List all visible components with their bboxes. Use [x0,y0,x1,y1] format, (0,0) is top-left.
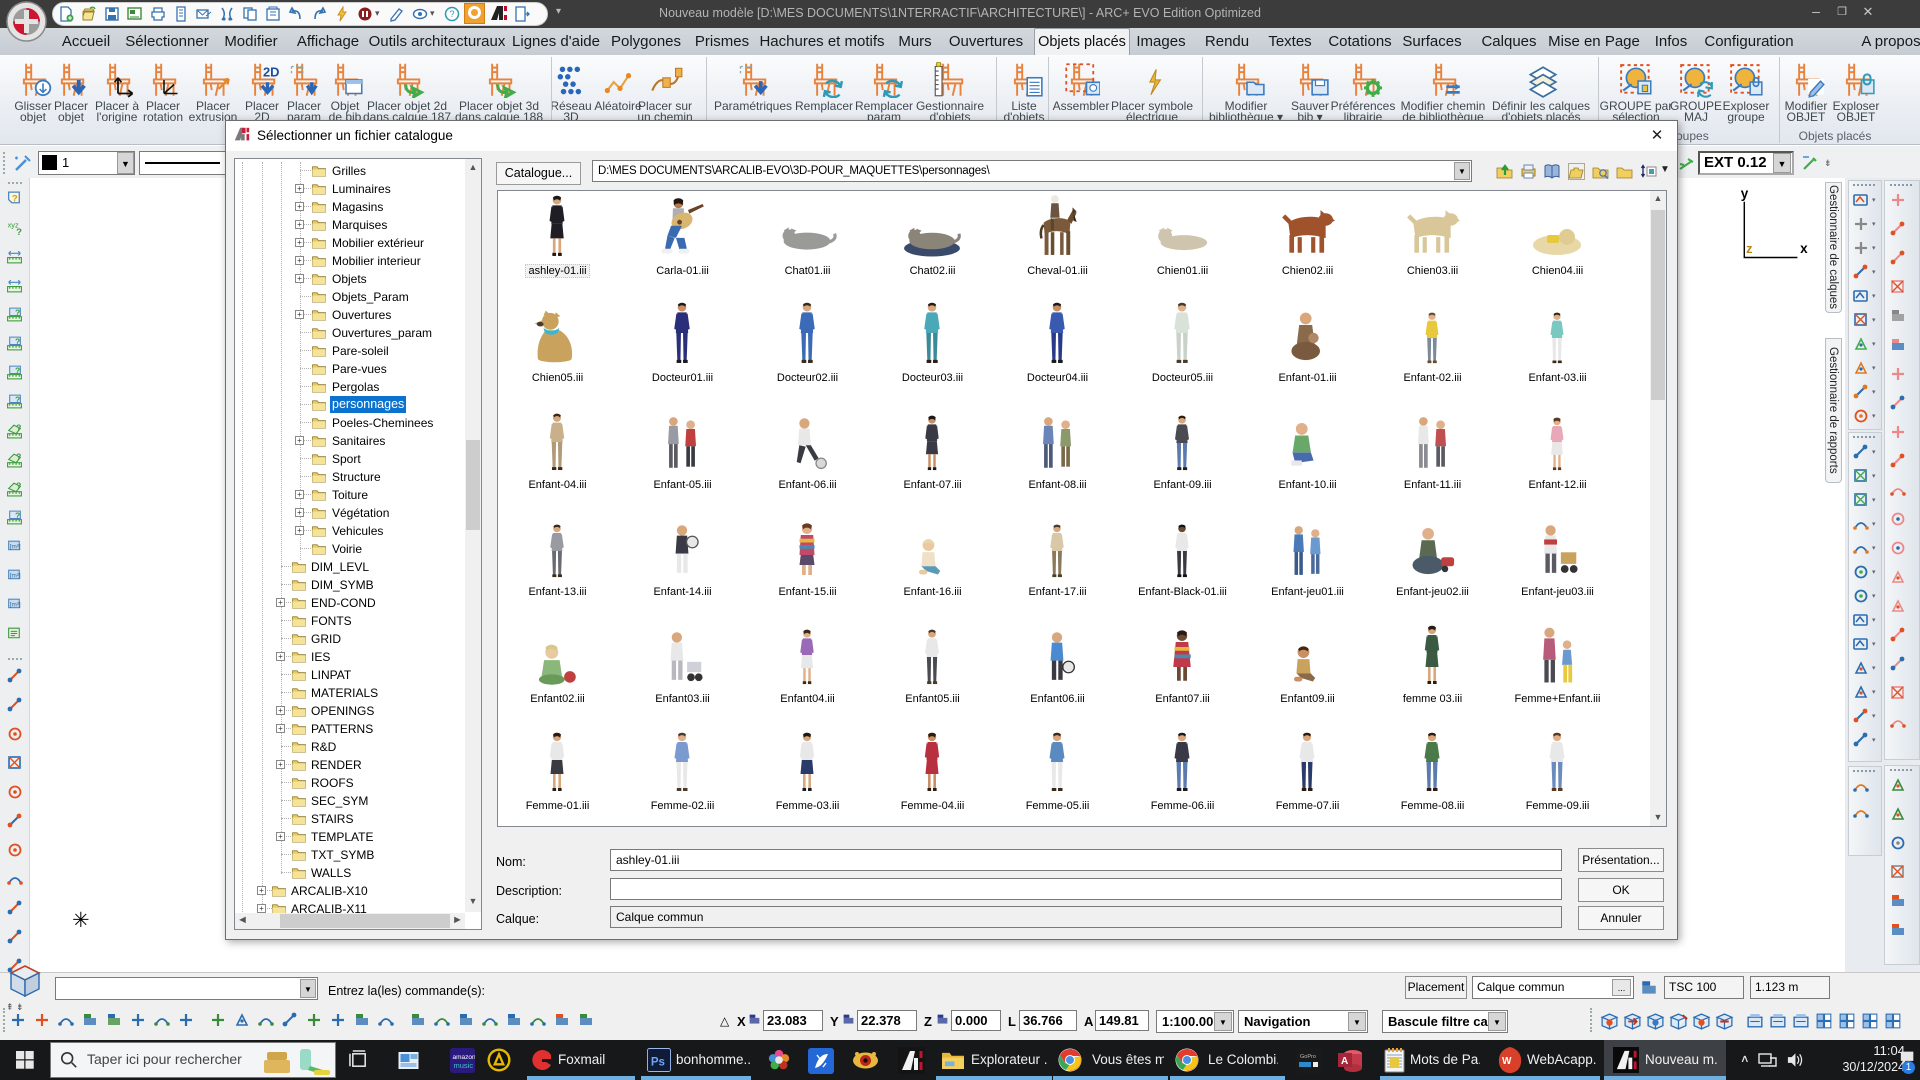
svg-text:?: ? [16,227,22,236]
svg-text:?: ? [15,308,20,318]
svg-text:?: ? [16,481,21,491]
svg-text:Ps: Ps [651,1056,665,1068]
svg-text:x: x [1800,241,1808,256]
svg-text:?: ? [16,452,21,462]
svg-text:amazon: amazon [453,1054,476,1061]
svg-text:[m²]: [m²] [10,602,21,609]
svg-text:W: W [1502,1056,1512,1067]
svg-text:?: ? [15,395,20,405]
svg-text:A: A [1341,1056,1348,1067]
svg-text:z: z [1746,242,1752,256]
svg-text:?: ? [15,366,20,376]
svg-text:[m²]: [m²] [10,573,21,580]
svg-text:[m²]: [m²] [10,544,21,551]
svg-text:?: ? [15,337,20,347]
svg-text:?: ? [15,511,20,521]
svg-text:?: ? [12,194,18,205]
svg-text:music: music [454,1061,474,1070]
svg-text:2D: 2D [263,65,280,80]
svg-text:y: y [1741,187,1749,201]
svg-text:GoPro: GoPro [1300,1054,1316,1060]
svg-text:?: ? [16,423,21,433]
